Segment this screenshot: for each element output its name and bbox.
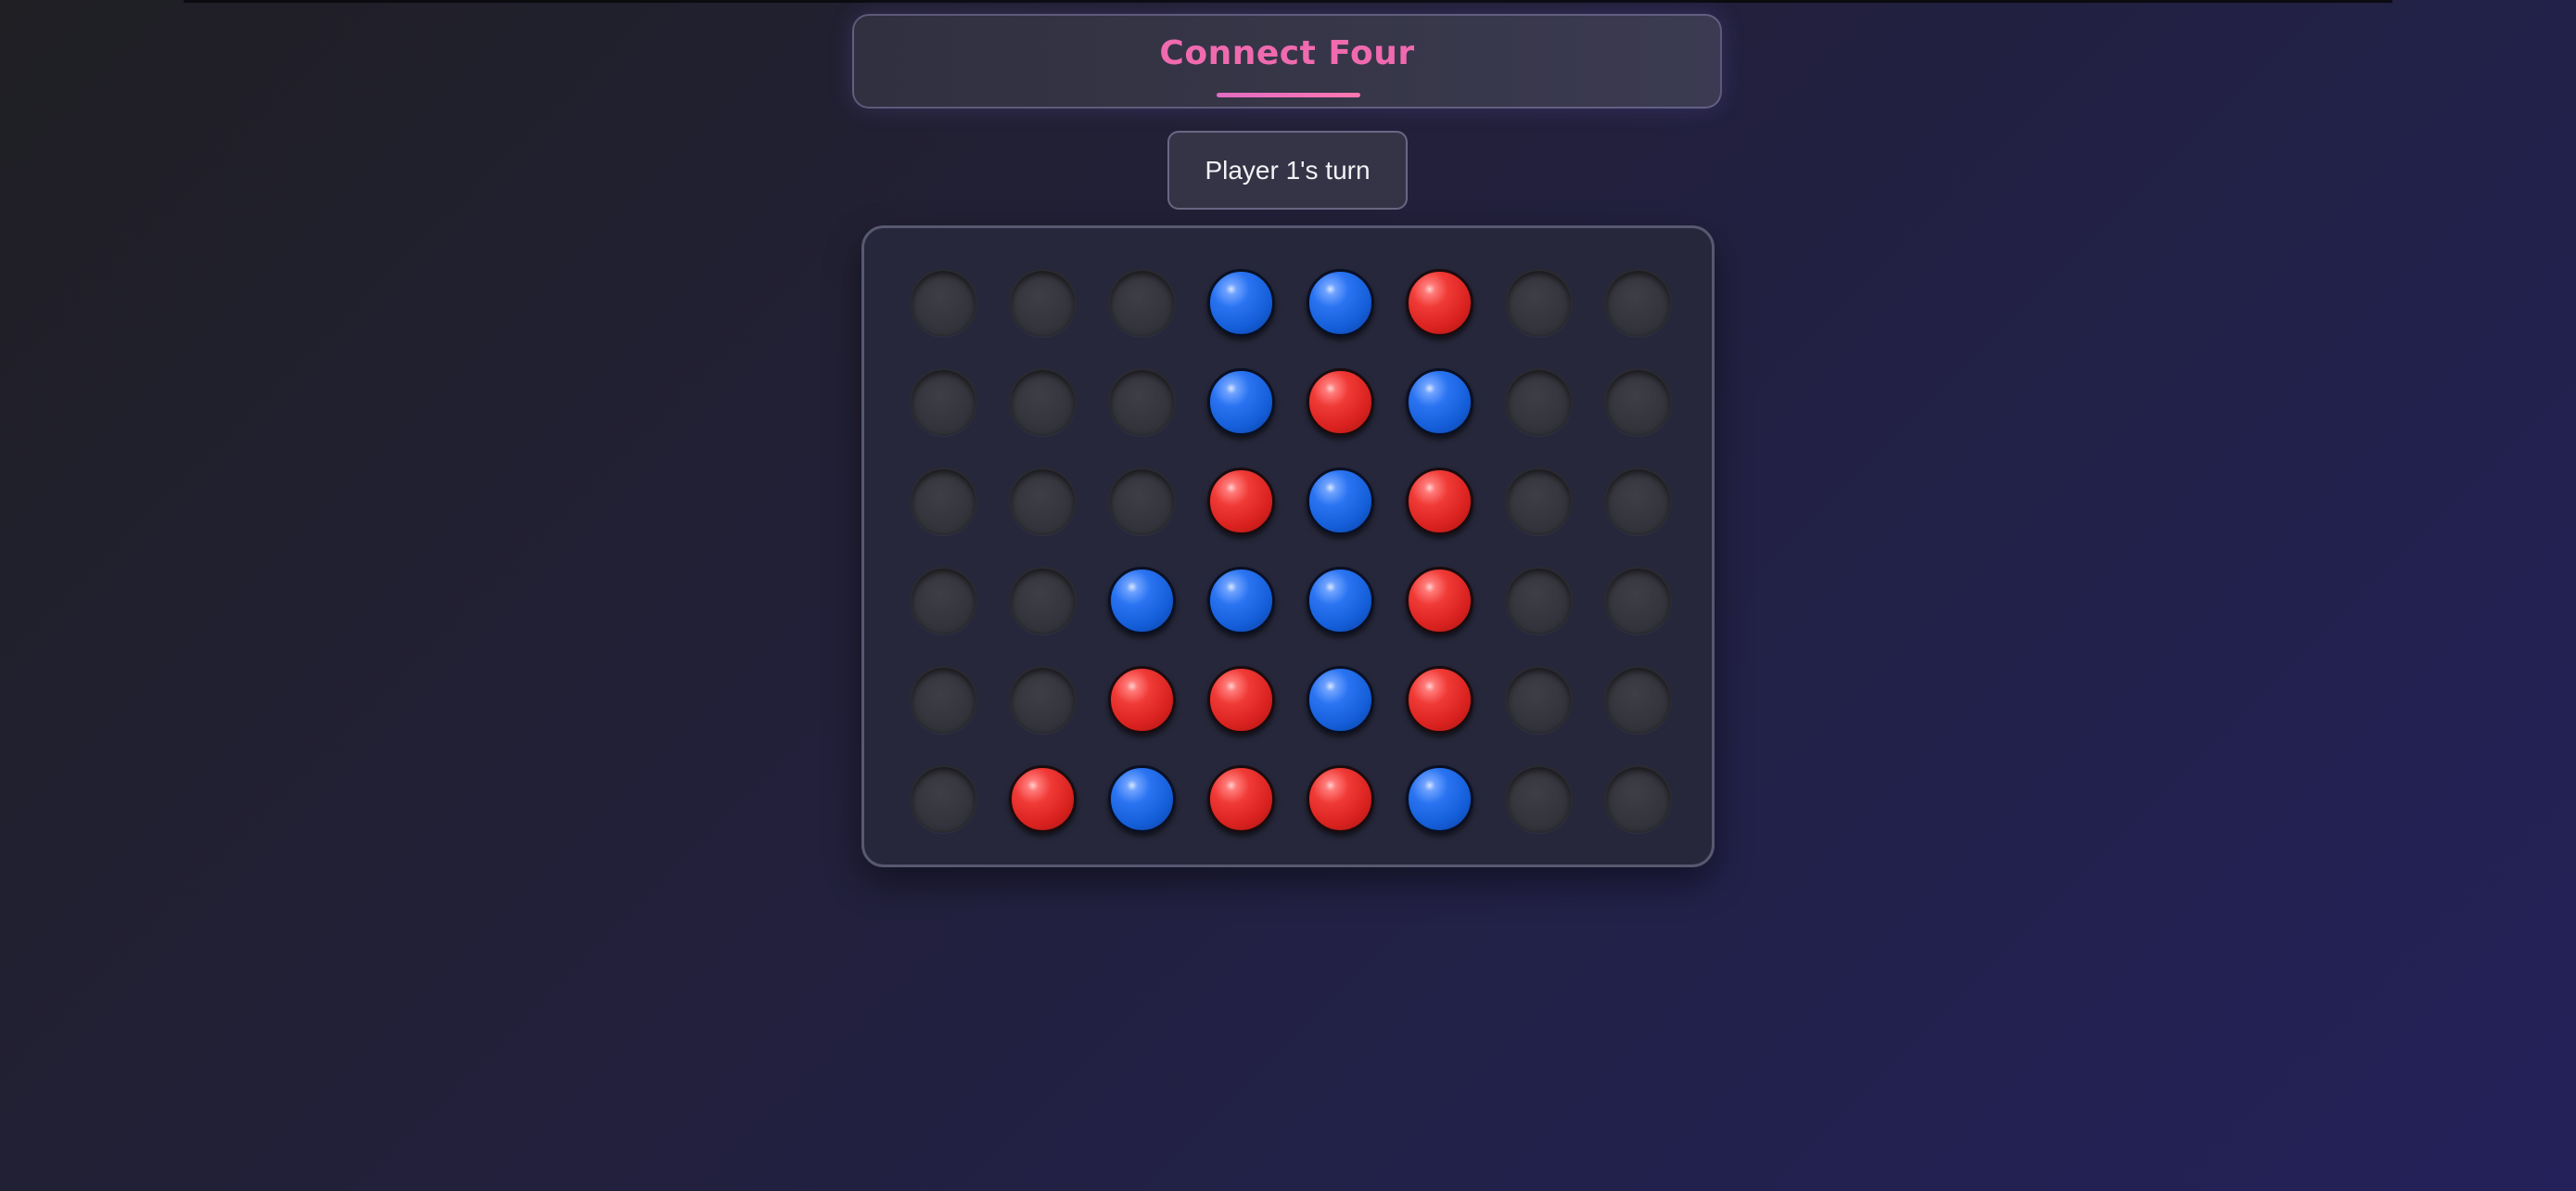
board-slot-blue-piece[interactable] (1207, 368, 1275, 436)
board-slot-empty[interactable] (1009, 269, 1077, 337)
board-slot-blue-piece[interactable] (1108, 567, 1176, 634)
board-slot-empty[interactable] (1108, 467, 1176, 535)
board-slot-empty[interactable] (1009, 368, 1077, 436)
board-slot-red-piece[interactable] (1406, 666, 1473, 734)
board-slot-blue-piece[interactable] (1207, 567, 1275, 634)
board-slot-blue-piece[interactable] (1307, 567, 1374, 634)
board-slot-red-piece[interactable] (1406, 567, 1473, 634)
title-card: Connect Four (852, 14, 1722, 109)
board-slot-empty[interactable] (1108, 368, 1176, 436)
board-slot-empty[interactable] (1505, 467, 1573, 535)
board-slot-empty[interactable] (910, 368, 977, 436)
board-slot-empty[interactable] (910, 567, 977, 634)
board-slot-red-piece[interactable] (1207, 666, 1275, 734)
board-slot-empty[interactable] (1604, 765, 1672, 833)
board-slot-empty[interactable] (910, 765, 977, 833)
board-slot-blue-piece[interactable] (1207, 269, 1275, 337)
board-slot-empty[interactable] (1505, 567, 1573, 634)
board-slot-red-piece[interactable] (1009, 765, 1077, 833)
board-slot-blue-piece[interactable] (1307, 467, 1374, 535)
board-slot-empty[interactable] (1604, 567, 1672, 634)
game-board (861, 225, 1715, 867)
board-slot-empty[interactable] (1108, 269, 1176, 337)
board-slot-red-piece[interactable] (1307, 765, 1374, 833)
board-slot-empty[interactable] (1505, 269, 1573, 337)
board-slot-empty[interactable] (1009, 666, 1077, 734)
turn-indicator: Player 1's turn (1167, 131, 1408, 210)
board-slot-red-piece[interactable] (1207, 765, 1275, 833)
board-slot-empty[interactable] (910, 467, 977, 535)
board-slot-blue-piece[interactable] (1307, 666, 1374, 734)
board-slot-empty[interactable] (1604, 666, 1672, 734)
connect-four-app: Connect Four Player 1's turn (0, 0, 2576, 1191)
title-underline (1217, 93, 1360, 97)
board-slot-blue-piece[interactable] (1406, 765, 1473, 833)
board-slot-empty[interactable] (1009, 567, 1077, 634)
board-slot-red-piece[interactable] (1406, 467, 1473, 535)
board-slot-empty[interactable] (1604, 368, 1672, 436)
board-slot-empty[interactable] (1604, 269, 1672, 337)
board-slot-empty[interactable] (1505, 368, 1573, 436)
board-slot-red-piece[interactable] (1108, 666, 1176, 734)
board-slot-empty[interactable] (1505, 765, 1573, 833)
board-grid (910, 269, 1672, 833)
board-slot-red-piece[interactable] (1207, 467, 1275, 535)
board-slot-empty[interactable] (1009, 467, 1077, 535)
board-slot-empty[interactable] (1604, 467, 1672, 535)
board-slot-red-piece[interactable] (1406, 269, 1473, 337)
board-slot-blue-piece[interactable] (1307, 269, 1374, 337)
board-slot-red-piece[interactable] (1307, 368, 1374, 436)
board-slot-blue-piece[interactable] (1406, 368, 1473, 436)
board-slot-empty[interactable] (1505, 666, 1573, 734)
board-slot-empty[interactable] (910, 269, 977, 337)
board-slot-empty[interactable] (910, 666, 977, 734)
board-slot-blue-piece[interactable] (1108, 765, 1176, 833)
game-title: Connect Four (1159, 34, 1415, 72)
